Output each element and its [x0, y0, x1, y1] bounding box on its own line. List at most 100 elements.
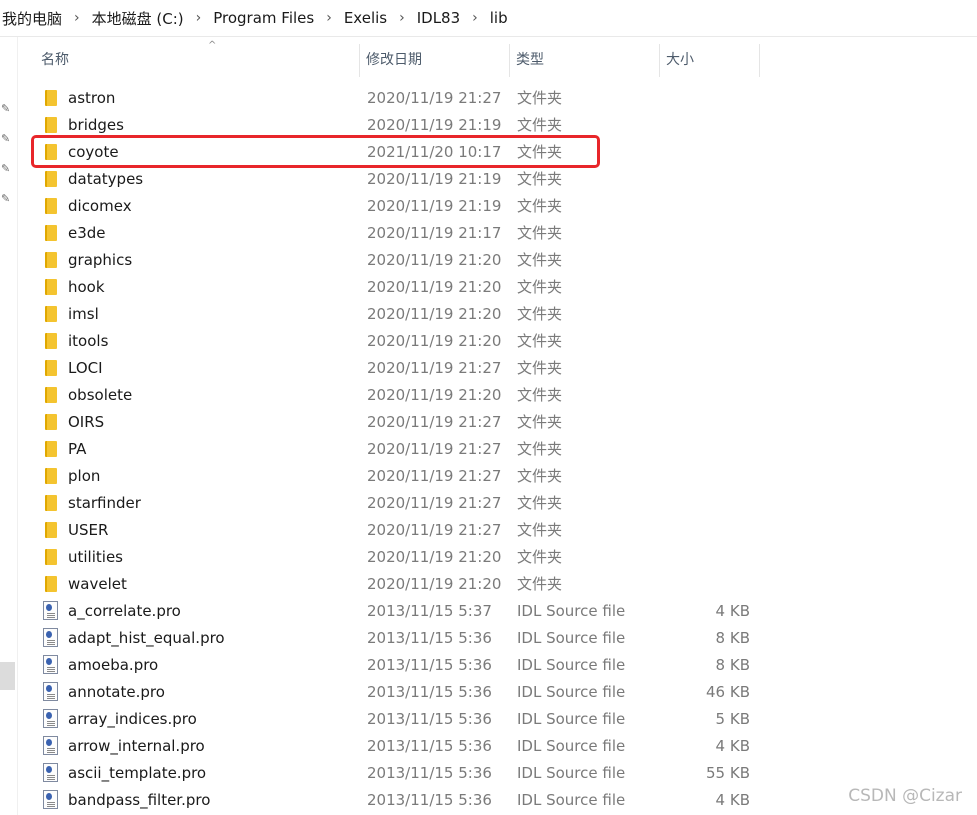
folder-row[interactable]: e3de 2020/11/19 21:17 文件夹 — [18, 220, 778, 247]
item-name: adapt_hist_equal.pro — [68, 629, 225, 647]
folder-row[interactable]: obsolete 2020/11/19 21:20 文件夹 — [18, 382, 778, 409]
item-type: IDL Source file — [517, 683, 626, 701]
idl-file-icon — [43, 736, 58, 755]
breadcrumb-label[interactable]: IDL83 — [415, 9, 462, 27]
folder-row[interactable]: imsl 2020/11/19 21:20 文件夹 — [18, 301, 778, 328]
item-date: 2013/11/15 5:36 — [367, 764, 492, 782]
breadcrumb-item[interactable]: IDL83 › — [415, 0, 488, 37]
item-date: 2013/11/15 5:36 — [367, 629, 492, 647]
file-row[interactable]: annotate.pro 2013/11/15 5:36 IDL Source fi… — [18, 679, 778, 706]
chevron-right-icon[interactable]: › — [389, 10, 415, 26]
idl-file-icon — [43, 601, 58, 620]
column-header-date[interactable]: 修改日期 — [360, 44, 510, 77]
item-type: 文件夹 — [517, 413, 563, 431]
idl-file-icon — [43, 682, 58, 701]
chevron-right-icon[interactable]: › — [462, 10, 488, 26]
address-bar[interactable]: 我的电脑 › 本地磁盘 (C:) › Program Files › Exelis › IDL8… — [0, 0, 977, 37]
folder-row[interactable]: coyote 2021/11/20 10:17 文件夹 — [18, 139, 778, 166]
item-date: 2020/11/19 21:20 — [367, 575, 502, 593]
file-row[interactable]: adapt_hist_equal.pro 2013/11/15 5:36 IDL S… — [18, 625, 778, 652]
item-type: 文件夹 — [517, 116, 563, 134]
item-date: 2020/11/19 21:20 — [367, 386, 502, 404]
folder-row[interactable]: graphics 2020/11/19 21:20 文件夹 — [18, 247, 778, 274]
item-type: IDL Source file — [517, 737, 626, 755]
folder-row[interactable]: plon 2020/11/19 21:27 文件夹 — [18, 463, 778, 490]
column-header-row: ^ 名称 修改日期 类型 大小 — [18, 40, 977, 77]
file-row[interactable]: a_correlate.pro 2013/11/15 5:37 IDL Source… — [18, 598, 778, 625]
breadcrumb-label[interactable]: Program Files — [211, 9, 316, 27]
item-type: 文件夹 — [517, 440, 563, 458]
column-header-type[interactable]: 类型 — [510, 44, 660, 77]
item-name: e3de — [68, 224, 106, 242]
folder-icon — [45, 549, 57, 565]
item-type: 文件夹 — [517, 467, 563, 485]
folder-row[interactable]: starfinder 2020/11/19 21:27 文件夹 — [18, 490, 778, 517]
item-type: IDL Source file — [517, 602, 626, 620]
item-name: annotate.pro — [68, 683, 165, 701]
item-date: 2013/11/15 5:36 — [367, 737, 492, 755]
column-header-size[interactable]: 大小 — [660, 44, 760, 77]
breadcrumb-label[interactable]: Exelis — [342, 9, 389, 27]
item-size: 4 KB — [715, 602, 750, 620]
item-date: 2020/11/19 21:27 — [367, 521, 502, 539]
item-date: 2020/11/19 21:27 — [367, 440, 502, 458]
file-row[interactable]: ascii_template.pro 2013/11/15 5:36 IDL Sou… — [18, 760, 778, 787]
folder-icon — [45, 90, 57, 106]
folder-row[interactable]: PA 2020/11/19 21:27 文件夹 — [18, 436, 778, 463]
item-name: datatypes — [68, 170, 144, 188]
item-type: 文件夹 — [517, 359, 563, 377]
folder-row[interactable]: USER 2020/11/19 21:27 文件夹 — [18, 517, 778, 544]
item-type: IDL Source file — [517, 791, 626, 809]
folder-row[interactable]: bridges 2020/11/19 21:19 文件夹 — [18, 112, 778, 139]
folder-row[interactable]: LOCI 2020/11/19 21:27 文件夹 — [18, 355, 778, 382]
breadcrumb-label[interactable]: lib — [488, 9, 510, 27]
item-date: 2020/11/19 21:17 — [367, 224, 502, 242]
folder-icon — [45, 225, 57, 241]
chevron-right-icon[interactable]: › — [64, 10, 90, 26]
item-size: 8 KB — [715, 656, 750, 674]
folder-icon — [45, 117, 57, 133]
file-row[interactable]: amoeba.pro 2013/11/15 5:36 IDL Source file… — [18, 652, 778, 679]
pin-icon: ✎ — [1, 192, 11, 205]
file-row[interactable]: array_indices.pro 2013/11/15 5:36 IDL Sour… — [18, 706, 778, 733]
folder-row[interactable]: OIRS 2020/11/19 21:27 文件夹 — [18, 409, 778, 436]
item-type: IDL Source file — [517, 656, 626, 674]
item-date: 2020/11/19 21:19 — [367, 197, 502, 215]
item-type: 文件夹 — [517, 494, 563, 512]
folder-row[interactable]: hook 2020/11/19 21:20 文件夹 — [18, 274, 778, 301]
breadcrumb-label[interactable]: 我的电脑 — [0, 8, 64, 29]
chevron-right-icon[interactable]: › — [186, 10, 212, 26]
item-size: 4 KB — [715, 791, 750, 809]
item-name: a_correlate.pro — [68, 602, 181, 620]
item-date: 2020/11/19 21:27 — [367, 467, 502, 485]
navigation-scrollbar-thumb[interactable] — [0, 662, 15, 690]
folder-row[interactable]: dicomex 2020/11/19 21:19 文件夹 — [18, 193, 778, 220]
idl-file-icon — [43, 628, 58, 647]
breadcrumb-item[interactable]: lib — [488, 0, 510, 37]
item-type: 文件夹 — [517, 251, 563, 269]
item-date: 2013/11/15 5:36 — [367, 683, 492, 701]
folder-icon — [45, 576, 57, 592]
chevron-right-icon[interactable]: › — [316, 10, 342, 26]
folder-icon — [45, 279, 57, 295]
item-name: astron — [68, 89, 116, 107]
breadcrumb-item[interactable]: Program Files › — [211, 0, 342, 37]
navigation-pane-edge: ✎ ✎ ✎ ✎ — [0, 37, 18, 815]
item-date: 2020/11/19 21:27 — [367, 89, 502, 107]
item-date: 2020/11/19 21:27 — [367, 494, 502, 512]
breadcrumb-item[interactable]: 本地磁盘 (C:) › — [90, 0, 212, 37]
file-row[interactable]: bandpass_filter.pro 2013/11/15 5:36 IDL So… — [18, 787, 778, 814]
column-header-name[interactable]: 名称 — [35, 44, 360, 77]
folder-row[interactable]: itools 2020/11/19 21:20 文件夹 — [18, 328, 778, 355]
item-size: 5 KB — [715, 710, 750, 728]
breadcrumb-item[interactable]: 我的电脑 › — [0, 0, 90, 37]
file-row[interactable]: arrow_internal.pro 2013/11/15 5:36 IDL Sou… — [18, 733, 778, 760]
folder-row[interactable]: utilities 2020/11/19 21:20 文件夹 — [18, 544, 778, 571]
breadcrumb-item[interactable]: Exelis › — [342, 0, 415, 37]
folder-row[interactable]: astron 2020/11/19 21:27 文件夹 — [18, 85, 778, 112]
breadcrumb-label[interactable]: 本地磁盘 (C:) — [90, 8, 186, 29]
folder-row[interactable]: wavelet 2020/11/19 21:20 文件夹 — [18, 571, 778, 598]
item-date: 2020/11/19 21:20 — [367, 278, 502, 296]
folder-row[interactable]: datatypes 2020/11/19 21:19 文件夹 — [18, 166, 778, 193]
item-type: 文件夹 — [517, 332, 563, 350]
